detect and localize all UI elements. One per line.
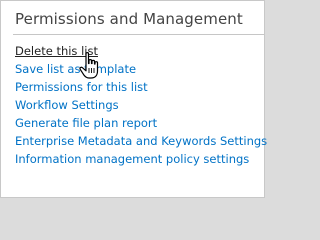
generate-file-plan-report-link[interactable]: Generate file plan report bbox=[15, 114, 267, 132]
heading-divider bbox=[13, 34, 264, 35]
enterprise-metadata-keywords-link[interactable]: Enterprise Metadata and Keywords Setting… bbox=[15, 132, 267, 150]
section-heading: Permissions and Management bbox=[15, 10, 243, 28]
link-list: Delete this list Save list as template P… bbox=[15, 42, 267, 168]
save-list-as-template-link[interactable]: Save list as template bbox=[15, 60, 267, 78]
workflow-settings-link[interactable]: Workflow Settings bbox=[15, 96, 267, 114]
permissions-management-panel: Permissions and Management Delete this l… bbox=[0, 0, 267, 198]
permissions-for-list-link[interactable]: Permissions for this list bbox=[15, 78, 267, 96]
delete-list-link[interactable]: Delete this list bbox=[15, 42, 267, 60]
information-management-policy-link[interactable]: Information management policy settings bbox=[15, 150, 267, 168]
